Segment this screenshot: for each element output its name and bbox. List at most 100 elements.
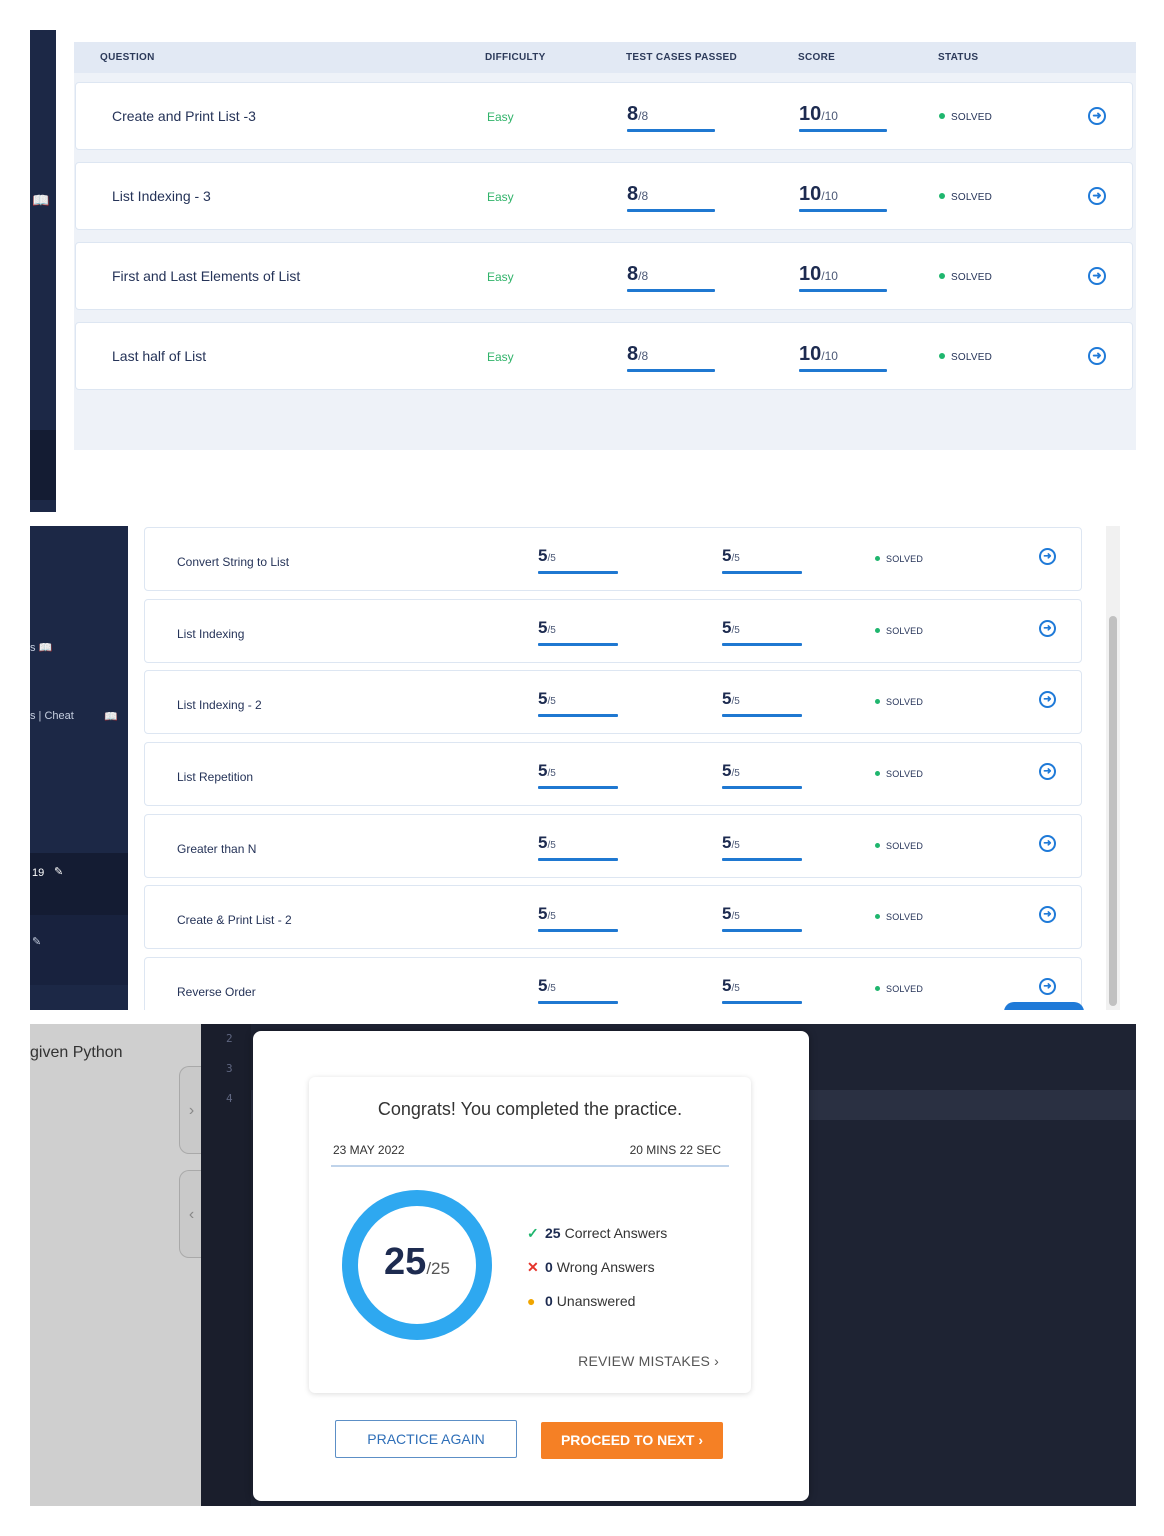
column-header-test-cases: TEST CASES PASSED (626, 52, 738, 63)
score-value: 5/5 (722, 761, 740, 781)
score-value: 5/5 (722, 833, 740, 853)
floating-action-button[interactable] (1004, 1002, 1084, 1010)
open-question-arrow-icon[interactable]: ➜ (1039, 835, 1056, 852)
open-question-arrow-icon[interactable]: ➜ (1039, 763, 1056, 780)
problem-description-pane: given Python › ‹ (30, 1024, 203, 1506)
score-underline (799, 209, 887, 212)
dot-icon: ● (527, 1293, 536, 1309)
solved-dot-icon (875, 628, 880, 633)
sidebar-item-cheat[interactable]: s | Cheat (30, 710, 74, 722)
sidebar-item-fragment[interactable]: s 📖 (30, 641, 52, 654)
question-title[interactable]: Last half of List (112, 348, 206, 364)
wrong-label: Wrong Answers (556, 1259, 655, 1275)
score-total: /25 (426, 1259, 450, 1278)
status-badge: SOLVED (939, 272, 992, 283)
open-question-arrow-icon[interactable]: ➜ (1039, 691, 1056, 708)
sidebar-lower-section: ✎ (30, 915, 128, 985)
score-value: 5/5 (722, 546, 740, 566)
table-row[interactable]: Greater than N 5/5 5/5 SOLVED ➜ (144, 814, 1082, 878)
question-title[interactable]: Create & Print List - 2 (177, 913, 292, 927)
status-text: SOLVED (951, 272, 993, 283)
score-underline (799, 129, 887, 132)
solved-dot-icon (939, 193, 945, 199)
test-cases-total: /5 (547, 840, 556, 851)
test-cases-total: /5 (547, 768, 556, 779)
open-question-arrow-icon[interactable]: ➜ (1088, 107, 1106, 125)
difficulty-label: Easy (487, 110, 514, 124)
score-underline (722, 929, 802, 932)
question-title[interactable]: Greater than N (177, 842, 256, 856)
wrong-count: 0 (545, 1259, 553, 1275)
proceed-to-next-button[interactable]: PROCEED TO NEXT › (541, 1422, 723, 1459)
test-cases-value: 8 (627, 263, 639, 285)
scrollbar-thumb[interactable] (1109, 616, 1117, 1006)
unanswered-stat: ● 0 Unanswered (527, 1293, 635, 1309)
table-row[interactable]: List Indexing - 3 Easy 8/8 10/10 SOLVED ➜ (75, 162, 1133, 230)
score-total: /5 (731, 553, 740, 564)
test-cases-underline (627, 289, 715, 292)
status-text: SOLVED (886, 769, 924, 779)
collapse-chevron-icon[interactable]: ‹ (179, 1170, 203, 1258)
question-title[interactable]: List Indexing - 2 (177, 698, 262, 712)
expand-chevron-icon[interactable]: › (179, 1066, 203, 1154)
book-icon[interactable]: 📖 (32, 192, 49, 209)
status-badge: SOLVED (875, 554, 923, 564)
solved-dot-icon (875, 986, 880, 991)
chevron-right-icon: › (714, 1353, 719, 1369)
test-cases-value: 8 (627, 183, 639, 205)
book-icon[interactable]: 📖 (104, 710, 118, 723)
test-cases-total: /5 (547, 911, 556, 922)
test-cases-passed: 5/5 (538, 689, 556, 709)
question-title[interactable]: Create and Print List -3 (112, 108, 256, 124)
open-question-arrow-icon[interactable]: ➜ (1088, 267, 1106, 285)
practice-results-table-panel-2: s 📖 s | Cheat 📖 19 ✎ ✎ Convert String to… (30, 526, 1120, 1010)
open-question-arrow-icon[interactable]: ➜ (1088, 187, 1106, 205)
table-row[interactable]: Create & Print List - 2 5/5 5/5 SOLVED ➜ (144, 885, 1082, 949)
results-table: QUESTION DIFFICULTY TEST CASES PASSED SC… (74, 42, 1136, 450)
table-row[interactable]: List Indexing - 2 5/5 5/5 SOLVED ➜ (144, 670, 1082, 734)
table-row[interactable]: Last half of List Easy 8/8 10/10 SOLVED ➜ (75, 322, 1133, 390)
question-title[interactable]: List Indexing (177, 627, 244, 641)
score-underline (722, 714, 802, 717)
open-question-arrow-icon[interactable]: ➜ (1039, 906, 1056, 923)
table-row[interactable]: Convert String to List 5/5 5/5 SOLVED ➜ (144, 527, 1082, 591)
open-question-arrow-icon[interactable]: ➜ (1039, 620, 1056, 637)
table-row[interactable]: Create and Print List -3 Easy 8/8 10/10 SOLV… (75, 82, 1133, 150)
status-badge: SOLVED (875, 626, 923, 636)
correct-answers-stat: ✓ 25 Correct Answers (527, 1225, 667, 1242)
question-title[interactable]: List Repetition (177, 770, 253, 784)
practice-again-button[interactable]: PRACTICE AGAIN (335, 1420, 517, 1458)
edit-icon[interactable]: ✎ (54, 865, 63, 878)
test-cases-underline (627, 369, 715, 372)
score-number: 10 (799, 263, 822, 285)
status-text: SOLVED (886, 841, 924, 851)
table-row[interactable]: List Repetition 5/5 5/5 SOLVED ➜ (144, 742, 1082, 806)
test-cases-passed: 5/5 (538, 976, 556, 996)
test-cases-total: /8 (638, 269, 649, 283)
table-row[interactable]: List Indexing 5/5 5/5 SOLVED ➜ (144, 599, 1082, 663)
open-question-arrow-icon[interactable]: ➜ (1039, 548, 1056, 565)
score-total: /10 (821, 269, 838, 283)
sidebar: s 📖 s | Cheat 📖 19 ✎ ✎ (30, 526, 128, 1010)
question-title[interactable]: List Indexing - 3 (112, 188, 211, 204)
test-cases-passed: 5/5 (538, 761, 556, 781)
question-title[interactable]: First and Last Elements of List (112, 268, 300, 284)
test-cases-underline (538, 786, 618, 789)
solved-dot-icon (939, 353, 945, 359)
open-question-arrow-icon[interactable]: ➜ (1088, 347, 1106, 365)
status-text: SOLVED (951, 112, 993, 123)
edit-icon[interactable]: ✎ (32, 935, 41, 948)
test-cases-underline (627, 209, 715, 212)
solved-dot-icon (939, 273, 945, 279)
open-question-arrow-icon[interactable]: ➜ (1039, 978, 1056, 995)
score-total: /5 (731, 911, 740, 922)
question-title[interactable]: Convert String to List (177, 555, 289, 569)
table-row[interactable]: First and Last Elements of List Easy 8/8 10… (75, 242, 1133, 310)
question-title[interactable]: Reverse Order (177, 985, 256, 999)
score-total: /10 (821, 109, 838, 123)
score-total: /5 (731, 625, 740, 636)
test-cases-total: /8 (638, 349, 649, 363)
table-row[interactable]: Reverse Order 5/5 5/5 SOLVED ➜ (144, 957, 1082, 1010)
review-mistakes-link[interactable]: REVIEW MISTAKES › (578, 1353, 719, 1369)
scrollbar[interactable] (1106, 526, 1120, 1010)
